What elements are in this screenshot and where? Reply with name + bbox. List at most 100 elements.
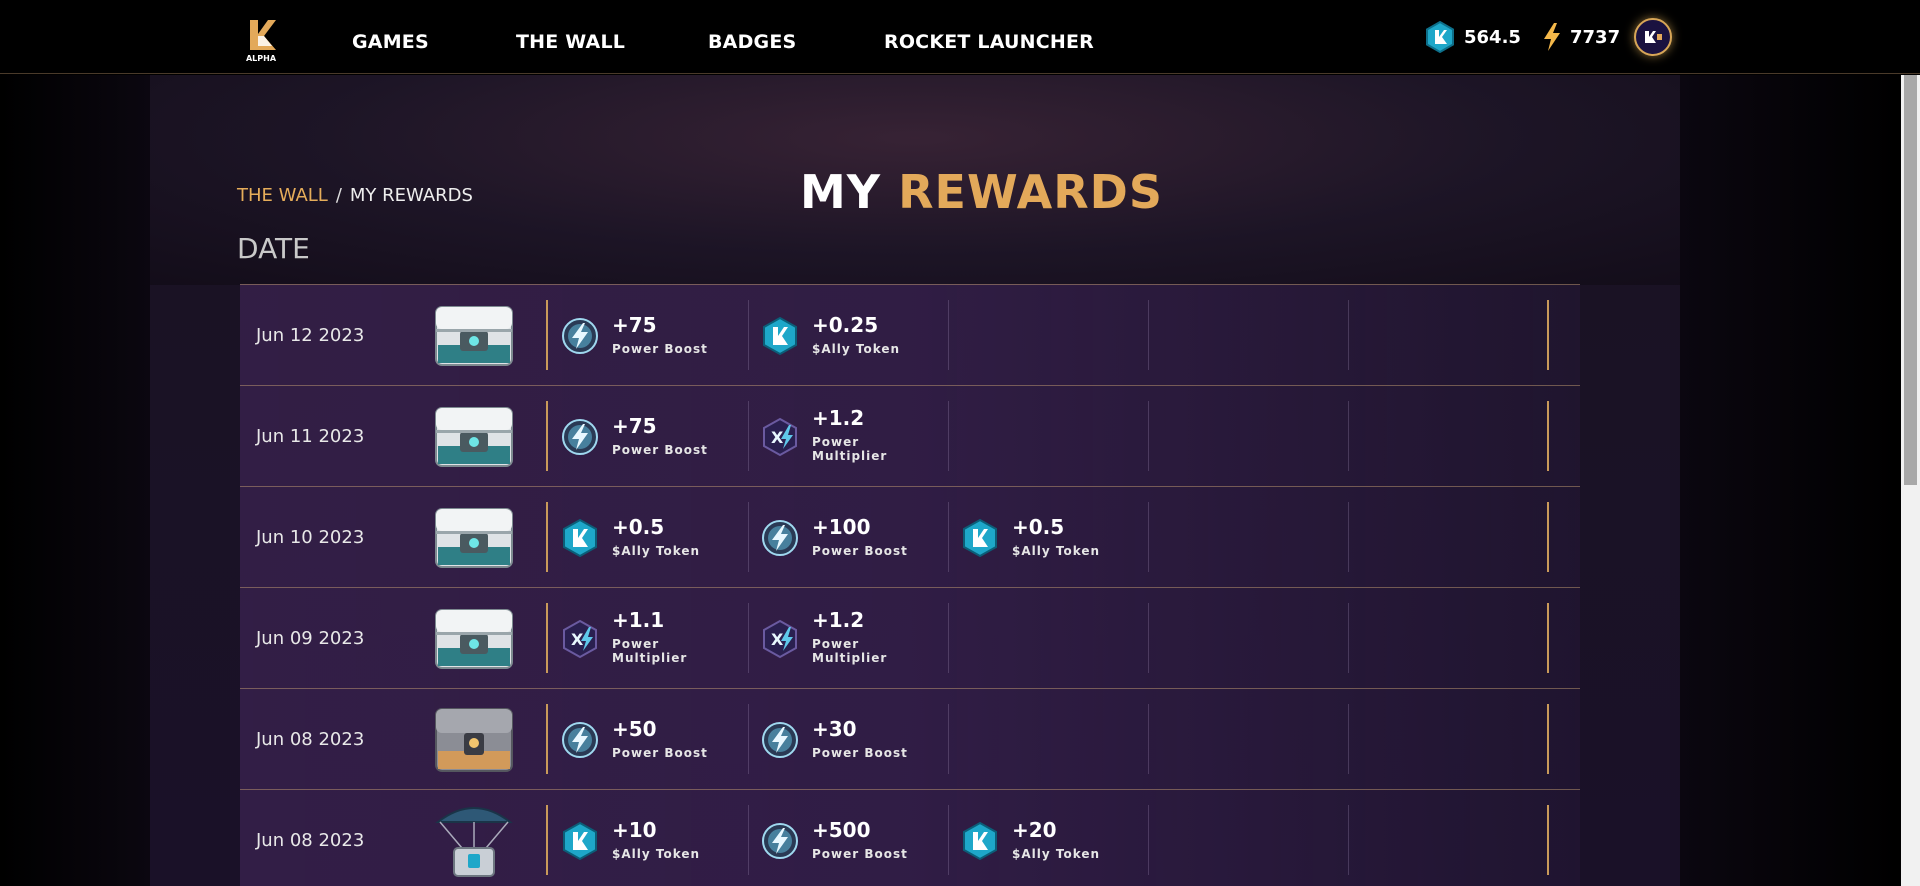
reward-row: Jun 11 2023 +75 Power Boost X +1.2 Power Mult… [240, 385, 1580, 486]
row-date: Jun 11 2023 [256, 426, 365, 447]
row-date: Jun 08 2023 [256, 830, 365, 851]
reward-item: +20 $Ally Token [948, 790, 1138, 886]
nav-badges[interactable]: BADGES [708, 31, 796, 53]
row-date: Jun 10 2023 [256, 527, 365, 548]
breadcrumb-current: MY REWARDS [349, 185, 473, 206]
power-multiplier-icon: X [760, 619, 800, 659]
cell-divider [1148, 603, 1149, 673]
breadcrumb-the-wall[interactable]: THE WALL [237, 185, 328, 206]
reward-amount: +0.5 [612, 515, 665, 539]
scrollbar-thumb[interactable] [1904, 75, 1917, 485]
cell-divider [1348, 603, 1349, 673]
page-title: MY REWARDS [800, 165, 1163, 219]
cell-divider [1148, 805, 1149, 875]
power-value: 7737 [1570, 26, 1621, 48]
reward-label: Power Boost [612, 342, 708, 356]
breadcrumb: THE WALL / MY REWARDS [237, 185, 473, 206]
reward-label: $Ally Token [812, 342, 901, 356]
ally-token-icon [1426, 21, 1454, 53]
ally-token-icon [760, 316, 800, 356]
date-column-header: DATE [237, 232, 310, 265]
silver-teal-chest-icon [430, 396, 518, 476]
silver-teal-chest-icon [430, 497, 518, 577]
reward-amount: +100 [812, 515, 871, 539]
reward-label: Power Multiplier [812, 435, 888, 463]
reward-item: +0.5 $Ally Token [948, 487, 1138, 588]
avatar-logo-icon [1645, 31, 1662, 43]
cell-divider [948, 704, 949, 774]
reward-amount: +0.25 [812, 313, 879, 337]
power-balance: 7737 [1542, 20, 1620, 54]
reward-label: $Ally Token [612, 847, 701, 861]
scrollbar[interactable] [1901, 75, 1920, 886]
breadcrumb-separator: / [335, 185, 342, 206]
reward-label: $Ally Token [1012, 847, 1101, 861]
cell-divider [1148, 401, 1149, 471]
ally-token-icon [560, 518, 600, 558]
cell-divider [948, 603, 949, 673]
reward-amount: +30 [812, 717, 857, 741]
power-boost-icon [760, 720, 800, 760]
reward-label: Power Multiplier [612, 637, 688, 665]
reward-amount: +75 [612, 313, 657, 337]
cell-divider [1148, 502, 1149, 572]
page-title-part2: REWARDS [898, 165, 1163, 219]
reward-item: +50 Power Boost [548, 689, 738, 790]
nav-the-wall[interactable]: THE WALL [516, 31, 625, 53]
reward-label: $Ally Token [612, 544, 701, 558]
reward-label: $Ally Token [1012, 544, 1101, 558]
reward-item: +0.25 $Ally Token [748, 285, 938, 386]
reward-label: Power Boost [812, 847, 908, 861]
reward-amount: +1.2 [812, 406, 865, 430]
power-boost-icon [760, 518, 800, 558]
power-boost-icon [560, 417, 600, 457]
page-title-part1: MY [800, 165, 882, 219]
ally-token-balance: 564.5 [1424, 20, 1521, 54]
reward-amount: +20 [1012, 818, 1057, 842]
reward-label: Power Boost [812, 544, 908, 558]
power-boost-icon [560, 316, 600, 356]
reward-row: Jun 12 2023 +75 Power Boost +0.25 $Ally Toke… [240, 284, 1580, 385]
reward-label: Power Boost [812, 746, 908, 760]
ally-token-icon [560, 821, 600, 861]
parachute-crate-icon [430, 800, 518, 880]
reward-label: Power Multiplier [812, 637, 888, 665]
power-boost-icon [560, 720, 600, 760]
silver-teal-chest-icon [430, 295, 518, 375]
ally-token-icon [960, 518, 1000, 558]
power-multiplier-icon: X [560, 619, 600, 659]
cell-divider [1148, 300, 1149, 370]
row-right-divider [1547, 603, 1549, 673]
reward-item: X +1.2 Power Multiplier [748, 588, 938, 689]
reward-label: Power Boost [612, 746, 708, 760]
cell-divider [1348, 401, 1349, 471]
reward-row: Jun 08 2023 +50 Power Boost +30 Power Boost [240, 688, 1580, 789]
reward-amount: +10 [612, 818, 657, 842]
avatar[interactable] [1634, 18, 1672, 56]
cell-divider [948, 401, 949, 471]
cell-divider [1348, 300, 1349, 370]
reward-item: +75 Power Boost [548, 285, 738, 386]
cell-divider [1348, 704, 1349, 774]
power-boost-icon [760, 821, 800, 861]
logo-icon [250, 20, 276, 50]
cell-divider [1148, 704, 1149, 774]
reward-item: +75 Power Boost [548, 386, 738, 487]
alpha-logo[interactable]: ALPHA [242, 16, 280, 66]
row-right-divider [1547, 502, 1549, 572]
reward-item: +0.5 $Ally Token [548, 487, 738, 588]
nav-games[interactable]: GAMES [352, 31, 429, 53]
reward-amount: +0.5 [1012, 515, 1065, 539]
reward-item: +100 Power Boost [748, 487, 938, 588]
reward-amount: +1.2 [812, 608, 865, 632]
reward-amount: +500 [812, 818, 871, 842]
reward-row: Jun 10 2023 +0.5 $Ally Token +100 Power Boos… [240, 486, 1580, 587]
reward-amount: +1.1 [612, 608, 665, 632]
nav-rocket-launcher[interactable]: ROCKET LAUNCHER [884, 31, 1094, 53]
row-right-divider [1547, 401, 1549, 471]
reward-label: Power Boost [612, 443, 708, 457]
top-nav: ALPHA GAMES THE WALL BADGES ROCKET LAUNC… [0, 0, 1920, 74]
reward-item: +10 $Ally Token [548, 790, 738, 886]
left-shade [0, 75, 150, 886]
cell-divider [1348, 805, 1349, 875]
